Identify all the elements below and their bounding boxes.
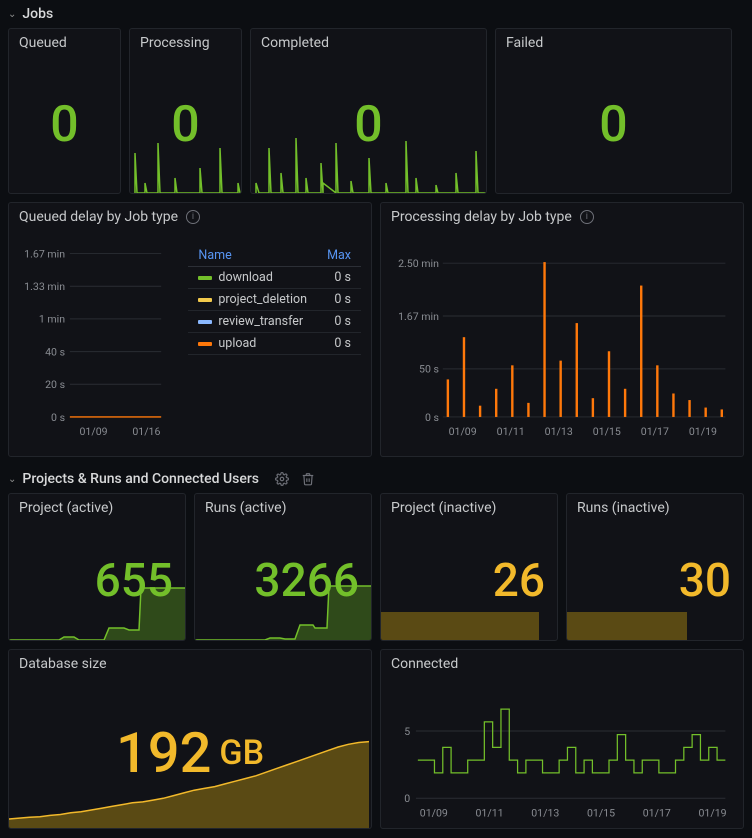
panel-queued[interactable]: Queued 0 — [8, 28, 121, 194]
panel-project-inactive[interactable]: Project (inactive) 26 — [380, 493, 558, 641]
svg-text:01/16: 01/16 — [132, 425, 160, 438]
svg-text:5: 5 — [404, 725, 410, 738]
svg-text:01/13: 01/13 — [545, 425, 573, 438]
section-title: Jobs — [22, 6, 53, 22]
stat-value: 0 — [130, 57, 241, 193]
svg-text:01/19: 01/19 — [698, 807, 726, 820]
chevron-down-icon: ⌄ — [8, 474, 16, 485]
panel-connected[interactable]: Connected 5 0 01/09 01/11 01/13 01/15 01… — [380, 649, 744, 829]
panel-title: Database size — [9, 650, 371, 678]
chart-processing-delay: 2.50 min 1.67 min 50 s 0 s 01/09 01/11 0… — [381, 231, 743, 456]
delay-row: Queued delay by Job type i 1.67 min 1.33… — [0, 202, 752, 465]
svg-text:01/11: 01/11 — [476, 807, 504, 820]
stat-value: 0 — [496, 57, 731, 193]
legend-header-name: Name — [188, 245, 317, 267]
panel-title: Project (active) — [9, 494, 185, 522]
chart-connected: 5 0 01/09 01/11 01/13 01/15 01/17 01/19 — [381, 678, 743, 829]
panel-title-text: Queued delay by Job type — [19, 209, 178, 225]
panel-failed[interactable]: Failed 0 — [495, 28, 732, 194]
svg-text:0 s: 0 s — [51, 411, 65, 424]
stat-value: 0 — [251, 57, 486, 193]
stat-value: 26 — [381, 522, 557, 640]
panel-title: Completed — [251, 29, 486, 57]
jobs-row: Queued 0 Processing 0 Completed 0 Failed… — [0, 28, 752, 202]
panel-title: Failed — [496, 29, 731, 57]
panel-title: Queued — [9, 29, 120, 57]
legend-row[interactable]: project_deletion0 s — [188, 289, 361, 311]
panel-project-active[interactable]: Project (active) 655 — [8, 493, 186, 641]
panel-title: Runs (active) — [195, 494, 371, 522]
info-icon[interactable]: i — [186, 210, 200, 224]
svg-text:1.67 min: 1.67 min — [24, 247, 65, 260]
svg-text:40 s: 40 s — [45, 345, 65, 358]
svg-text:1.33 min: 1.33 min — [24, 280, 65, 293]
bottom-row: Database size 192GB Connected 5 0 01/09 … — [0, 649, 752, 837]
svg-text:01/19: 01/19 — [689, 425, 717, 438]
section-header-jobs[interactable]: ⌄ Jobs — [0, 0, 752, 28]
svg-text:1.67 min: 1.67 min — [398, 310, 439, 323]
svg-text:01/15: 01/15 — [587, 807, 615, 820]
svg-text:0 s: 0 s — [425, 411, 439, 424]
stats-row: Project (active) 655 Runs (active) 3266 … — [0, 493, 752, 649]
svg-text:20 s: 20 s — [45, 378, 65, 391]
panel-queued-delay[interactable]: Queued delay by Job type i 1.67 min 1.33… — [8, 202, 372, 457]
section-header-projects[interactable]: ⌄ Projects & Runs and Connected Users — [0, 465, 752, 493]
panel-title: Processing — [130, 29, 241, 57]
svg-text:2.50 min: 2.50 min — [398, 257, 439, 270]
gear-icon[interactable] — [275, 472, 289, 486]
stat-value: 192GB — [9, 678, 371, 828]
svg-text:01/15: 01/15 — [593, 425, 621, 438]
panel-title: Connected — [381, 650, 743, 678]
svg-text:01/11: 01/11 — [497, 425, 525, 438]
panel-title-text: Processing delay by Job type — [391, 209, 572, 225]
chevron-down-icon: ⌄ — [8, 9, 16, 20]
svg-text:01/09: 01/09 — [79, 425, 107, 438]
svg-text:01/17: 01/17 — [641, 425, 669, 438]
panel-runs-active[interactable]: Runs (active) 3266 — [194, 493, 372, 641]
panel-processing-delay[interactable]: Processing delay by Job type i 2.50 min … — [380, 202, 744, 457]
legend-row[interactable]: download0 s — [188, 267, 361, 289]
legend-table: Name Max download0 sproject_deletion0 sr… — [188, 245, 361, 355]
panel-title: Project (inactive) — [381, 494, 557, 522]
svg-text:0: 0 — [404, 792, 410, 805]
stat-value: 3266 — [195, 522, 371, 640]
trash-icon[interactable] — [301, 472, 315, 486]
panel-runs-inactive[interactable]: Runs (inactive) 30 — [566, 493, 744, 641]
stat-value: 655 — [9, 522, 185, 640]
legend-row[interactable]: review_transfer0 s — [188, 311, 361, 333]
section-title: Projects & Runs and Connected Users — [22, 471, 259, 487]
panel-database-size[interactable]: Database size 192GB — [8, 649, 372, 829]
svg-text:50 s: 50 s — [419, 363, 439, 376]
svg-text:01/13: 01/13 — [531, 807, 559, 820]
legend-header-max: Max — [317, 245, 361, 267]
stat-value: 0 — [9, 57, 120, 193]
legend-row[interactable]: upload0 s — [188, 333, 361, 355]
svg-text:1 min: 1 min — [39, 313, 65, 326]
panel-title: Runs (inactive) — [567, 494, 743, 522]
panel-processing[interactable]: Processing 0 — [129, 28, 242, 194]
stat-value: 30 — [567, 522, 743, 640]
svg-text:01/09: 01/09 — [449, 425, 477, 438]
svg-text:01/09: 01/09 — [420, 807, 448, 820]
panel-completed[interactable]: Completed 0 — [250, 28, 487, 194]
chart-queued-delay: 1.67 min 1.33 min 1 min 40 s 20 s 0 s 01… — [9, 231, 371, 456]
svg-text:01/17: 01/17 — [643, 807, 671, 820]
info-icon[interactable]: i — [580, 210, 594, 224]
